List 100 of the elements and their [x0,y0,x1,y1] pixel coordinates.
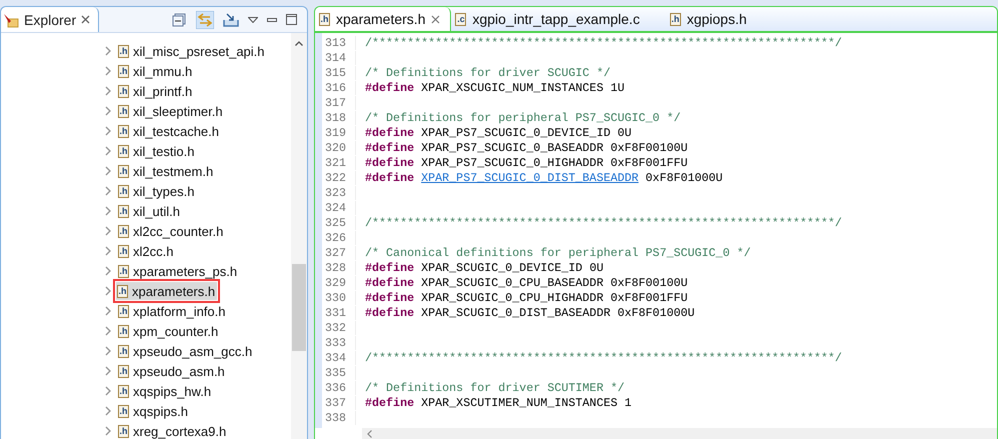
line-number: 316 [322,80,356,94]
collapse-all-icon[interactable] [171,12,187,28]
code-comment: /******************************************************************/ [365,36,842,50]
header-file-icon: .h [118,364,129,378]
editor-tab[interactable]: .h xgpiops.h [666,7,773,31]
line-number: 334 [322,350,356,364]
line-number: 336 [322,380,356,394]
code-keyword: #define [365,126,414,140]
header-file-icon: .h [118,104,129,118]
macro-name: XPAR_PS7_SCUGIC_0_DEVICE_ID [421,126,610,140]
code-keyword: #define [365,306,414,320]
macro-value: 0xF8F00100U [610,140,688,154]
header-file-icon: .h [118,324,129,338]
horizontal-scrollbar[interactable] [362,428,997,439]
file-item[interactable]: .h xil_types.h [117,182,196,200]
file-item[interactable]: .h xl2cc_counter.h [117,222,226,240]
code-keyword: #define [365,140,414,154]
header-file-icon: .h [118,304,129,318]
line-number: 329 [322,276,356,290]
file-item[interactable]: .h xil_misc_psreset_api.h [117,42,267,60]
line-number: 326 [322,230,356,244]
line-number: 325 [322,216,356,230]
code-comment: /* Definitions for driver SCUTIMER */ [365,380,625,394]
file-item[interactable]: .h xreg_cortexa9.h [117,422,228,439]
file-item[interactable]: .h xparameters_ps.h [117,262,240,280]
file-item[interactable]: .h xparameters.h [116,282,218,300]
macro-value: 0U [589,260,604,274]
line-number: 317 [322,96,356,110]
editor-tab[interactable]: .h xparameters.h [315,7,452,31]
explorer-tab[interactable]: Explorer [1,7,100,32]
file-item[interactable]: .h xqspips.h [117,402,190,420]
header-file-icon: .h [118,164,129,178]
close-icon[interactable] [81,15,90,24]
line-number: 315 [322,66,356,80]
vertical-scrollbar[interactable] [291,33,307,439]
macro-value: 0xF8F001FFU [610,290,688,304]
file-item[interactable]: .h xil_testcache.h [117,122,221,140]
line-number: 313 [322,36,356,50]
line-number: 335 [322,366,356,380]
file-item[interactable]: .h xil_printf.h [117,82,194,100]
macro-name: XPAR_XSCUTIMER_NUM_INSTANCES [421,396,618,410]
file-item[interactable]: .h xl2cc.h [117,242,176,260]
import-icon[interactable] [223,12,239,28]
file-item[interactable]: .h xil_mmu.h [117,62,194,80]
line-number: 331 [322,306,356,320]
close-icon[interactable] [431,14,440,24]
macro-name: XPAR_SCUGIC_0_DEVICE_ID [421,260,582,274]
line-number: 327 [322,246,356,260]
scroll-left-icon[interactable] [367,430,372,438]
file-item[interactable]: .h xil_testmem.h [117,162,216,180]
file-item[interactable]: .h xpseudo_asm.h [117,362,227,380]
macro-value: 1 [624,396,632,410]
macro-name: XPAR_SCUGIC_0_CPU_BASEADDR [421,276,604,290]
header-file-icon: .h [118,144,129,158]
macro-value: 1U [610,80,624,94]
code-link[interactable]: XPAR_PS7_SCUGIC_0_DIST_BASEADDR [421,170,639,184]
code-comment: /******************************************************************/ [365,216,842,230]
line-number: 322 [322,170,356,184]
maximize-icon[interactable] [286,14,297,25]
header-file-icon: .h [118,64,129,78]
file-item[interactable]: .h xqspips_hw.h [117,382,214,400]
folder-icon [3,12,19,28]
file-icon: .h [670,12,681,26]
header-file-icon: .h [118,264,129,278]
line-number: 320 [322,140,356,154]
file-item[interactable]: .h xpseudo_asm_gcc.h [117,342,254,360]
code-keyword: #define [365,156,414,170]
editor-tab[interactable]: .c xgpio_intr_tapp_example.c [451,7,666,31]
macro-name: XPAR_PS7_SCUGIC_0_BASEADDR [421,140,604,154]
header-file-icon: .h [118,184,129,198]
line-number: 314 [322,50,356,64]
macro-value: 0xF8F01000U [617,306,695,320]
file-item[interactable]: .h xil_util.h [117,202,182,220]
header-file-icon: .h [118,404,129,418]
line-number: 323 [322,186,356,200]
macro-value: 0U [617,126,632,140]
file-icon: .h [319,12,330,26]
scroll-thumb[interactable] [292,264,306,351]
minimize-icon[interactable] [267,18,277,22]
header-file-icon: .h [118,84,129,98]
header-file-icon: .h [118,424,129,438]
code-comment: /* Definitions for driver SCUGIC */ [365,66,610,80]
line-number: 337 [322,396,356,410]
line-number: 333 [322,336,356,350]
link-arrows-icon[interactable] [196,10,214,28]
file-item[interactable]: .h xil_testio.h [117,142,196,160]
file-item[interactable]: .h xpm_counter.h [117,322,220,340]
code-comment: /******************************************************************/ [365,350,842,364]
file-item[interactable]: .h xplatform_info.h [117,302,228,320]
code-keyword: #define [365,170,414,184]
header-file-icon: .h [118,244,129,258]
line-number: 328 [322,260,356,274]
line-number: 324 [322,200,356,214]
view-menu-icon[interactable] [248,16,258,22]
macro-name: XPAR_XSCUGIC_NUM_INSTANCES [421,80,604,94]
scroll-up-icon[interactable] [295,41,303,46]
file-item[interactable]: .h xil_sleeptimer.h [117,102,225,120]
file-icon: .c [455,12,466,26]
line-number: 319 [322,126,356,140]
macro-name: XPAR_PS7_SCUGIC_0_HIGHADDR [421,156,604,170]
